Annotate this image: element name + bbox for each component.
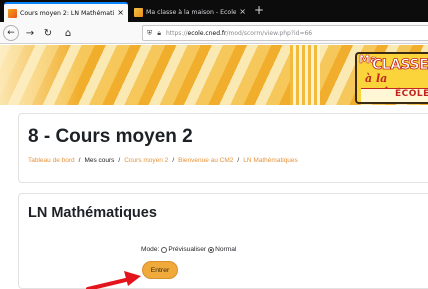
- breadcrumb-separator: /: [118, 157, 121, 164]
- course-header-card: 8 - Cours moyen 2 Tableau de bord / Mes …: [18, 113, 428, 183]
- back-icon[interactable]: ←: [3, 25, 19, 41]
- address-bar[interactable]: ⛨ 🔒︎ https://ecole.cned.fr/mod/scorm/vie…: [142, 25, 428, 41]
- home-icon[interactable]: ⌂: [60, 25, 76, 41]
- breadcrumb: Tableau de bord / Mes cours / Cours moye…: [28, 157, 298, 164]
- radio-normal[interactable]: [208, 246, 215, 253]
- browser-nav-bar: ← → ↻ ⌂ ⛨ 🔒︎ https://ecole.cned.fr/mod/s…: [0, 22, 428, 44]
- browser-tab-bar: Cours moyen 2: LN Mathémati × Ma classe …: [0, 0, 428, 22]
- tab-title: Cours moyen 2: LN Mathémati: [20, 9, 115, 17]
- activity-card: LN Mathématiques Mode: Prévisualiser Nor…: [18, 193, 428, 289]
- breadcrumb-separator: /: [172, 157, 175, 164]
- new-tab-icon[interactable]: +: [254, 3, 264, 17]
- radio-previsualiser[interactable]: [161, 246, 168, 253]
- url-text: https://ecole.cned.fr/mod/scorm/view.php…: [165, 29, 313, 37]
- logo-text-ecole: ÉCOLE: [395, 89, 428, 99]
- radio-label-normal[interactable]: Normal: [215, 246, 236, 253]
- breadcrumb-bienvenue-cm2[interactable]: Bienvenue au CM2: [178, 157, 233, 164]
- enter-button[interactable]: Entrer: [142, 261, 178, 279]
- shield-icon[interactable]: ⛨: [147, 29, 152, 38]
- forward-icon[interactable]: →: [22, 25, 38, 41]
- site-favicon-icon: [134, 7, 143, 17]
- reload-icon[interactable]: ↻: [40, 25, 56, 41]
- logo-text-classe: CLASSE: [372, 57, 428, 74]
- mode-label: Mode:: [141, 246, 160, 253]
- activity-title: LN Mathématiques: [28, 205, 157, 221]
- mode-selector: Mode: Prévisualiser Normal: [141, 246, 236, 253]
- site-favicon-icon: [8, 8, 17, 18]
- banner-stripes: [290, 45, 320, 105]
- tab-title: Ma classe à la maison - École: [146, 8, 237, 16]
- tab-ma-classe[interactable]: Ma classe à la maison - École ×: [130, 2, 250, 22]
- page-title: 8 - Cours moyen 2: [28, 126, 193, 147]
- radio-label-previsualiser[interactable]: Prévisualiser: [168, 246, 206, 253]
- lock-icon[interactable]: 🔒︎: [157, 29, 161, 38]
- tab-close-icon[interactable]: ×: [117, 9, 124, 17]
- breadcrumb-cours-moyen-2[interactable]: Cours moyen 2: [124, 157, 168, 164]
- breadcrumb-mes-cours: Mes cours: [84, 157, 115, 164]
- breadcrumb-separator: /: [78, 157, 81, 164]
- ma-classe-logo[interactable]: Ma CLASSE à la maison ÉCOLE: [355, 52, 428, 104]
- tab-cours-moyen-2[interactable]: Cours moyen 2: LN Mathémati ×: [4, 2, 128, 22]
- tab-close-icon[interactable]: ×: [239, 8, 246, 16]
- breadcrumb-separator: /: [237, 157, 240, 164]
- breadcrumb-tableau-de-bord[interactable]: Tableau de bord: [28, 157, 75, 164]
- breadcrumb-ln-mathematiques[interactable]: LN Mathématiques: [243, 157, 298, 164]
